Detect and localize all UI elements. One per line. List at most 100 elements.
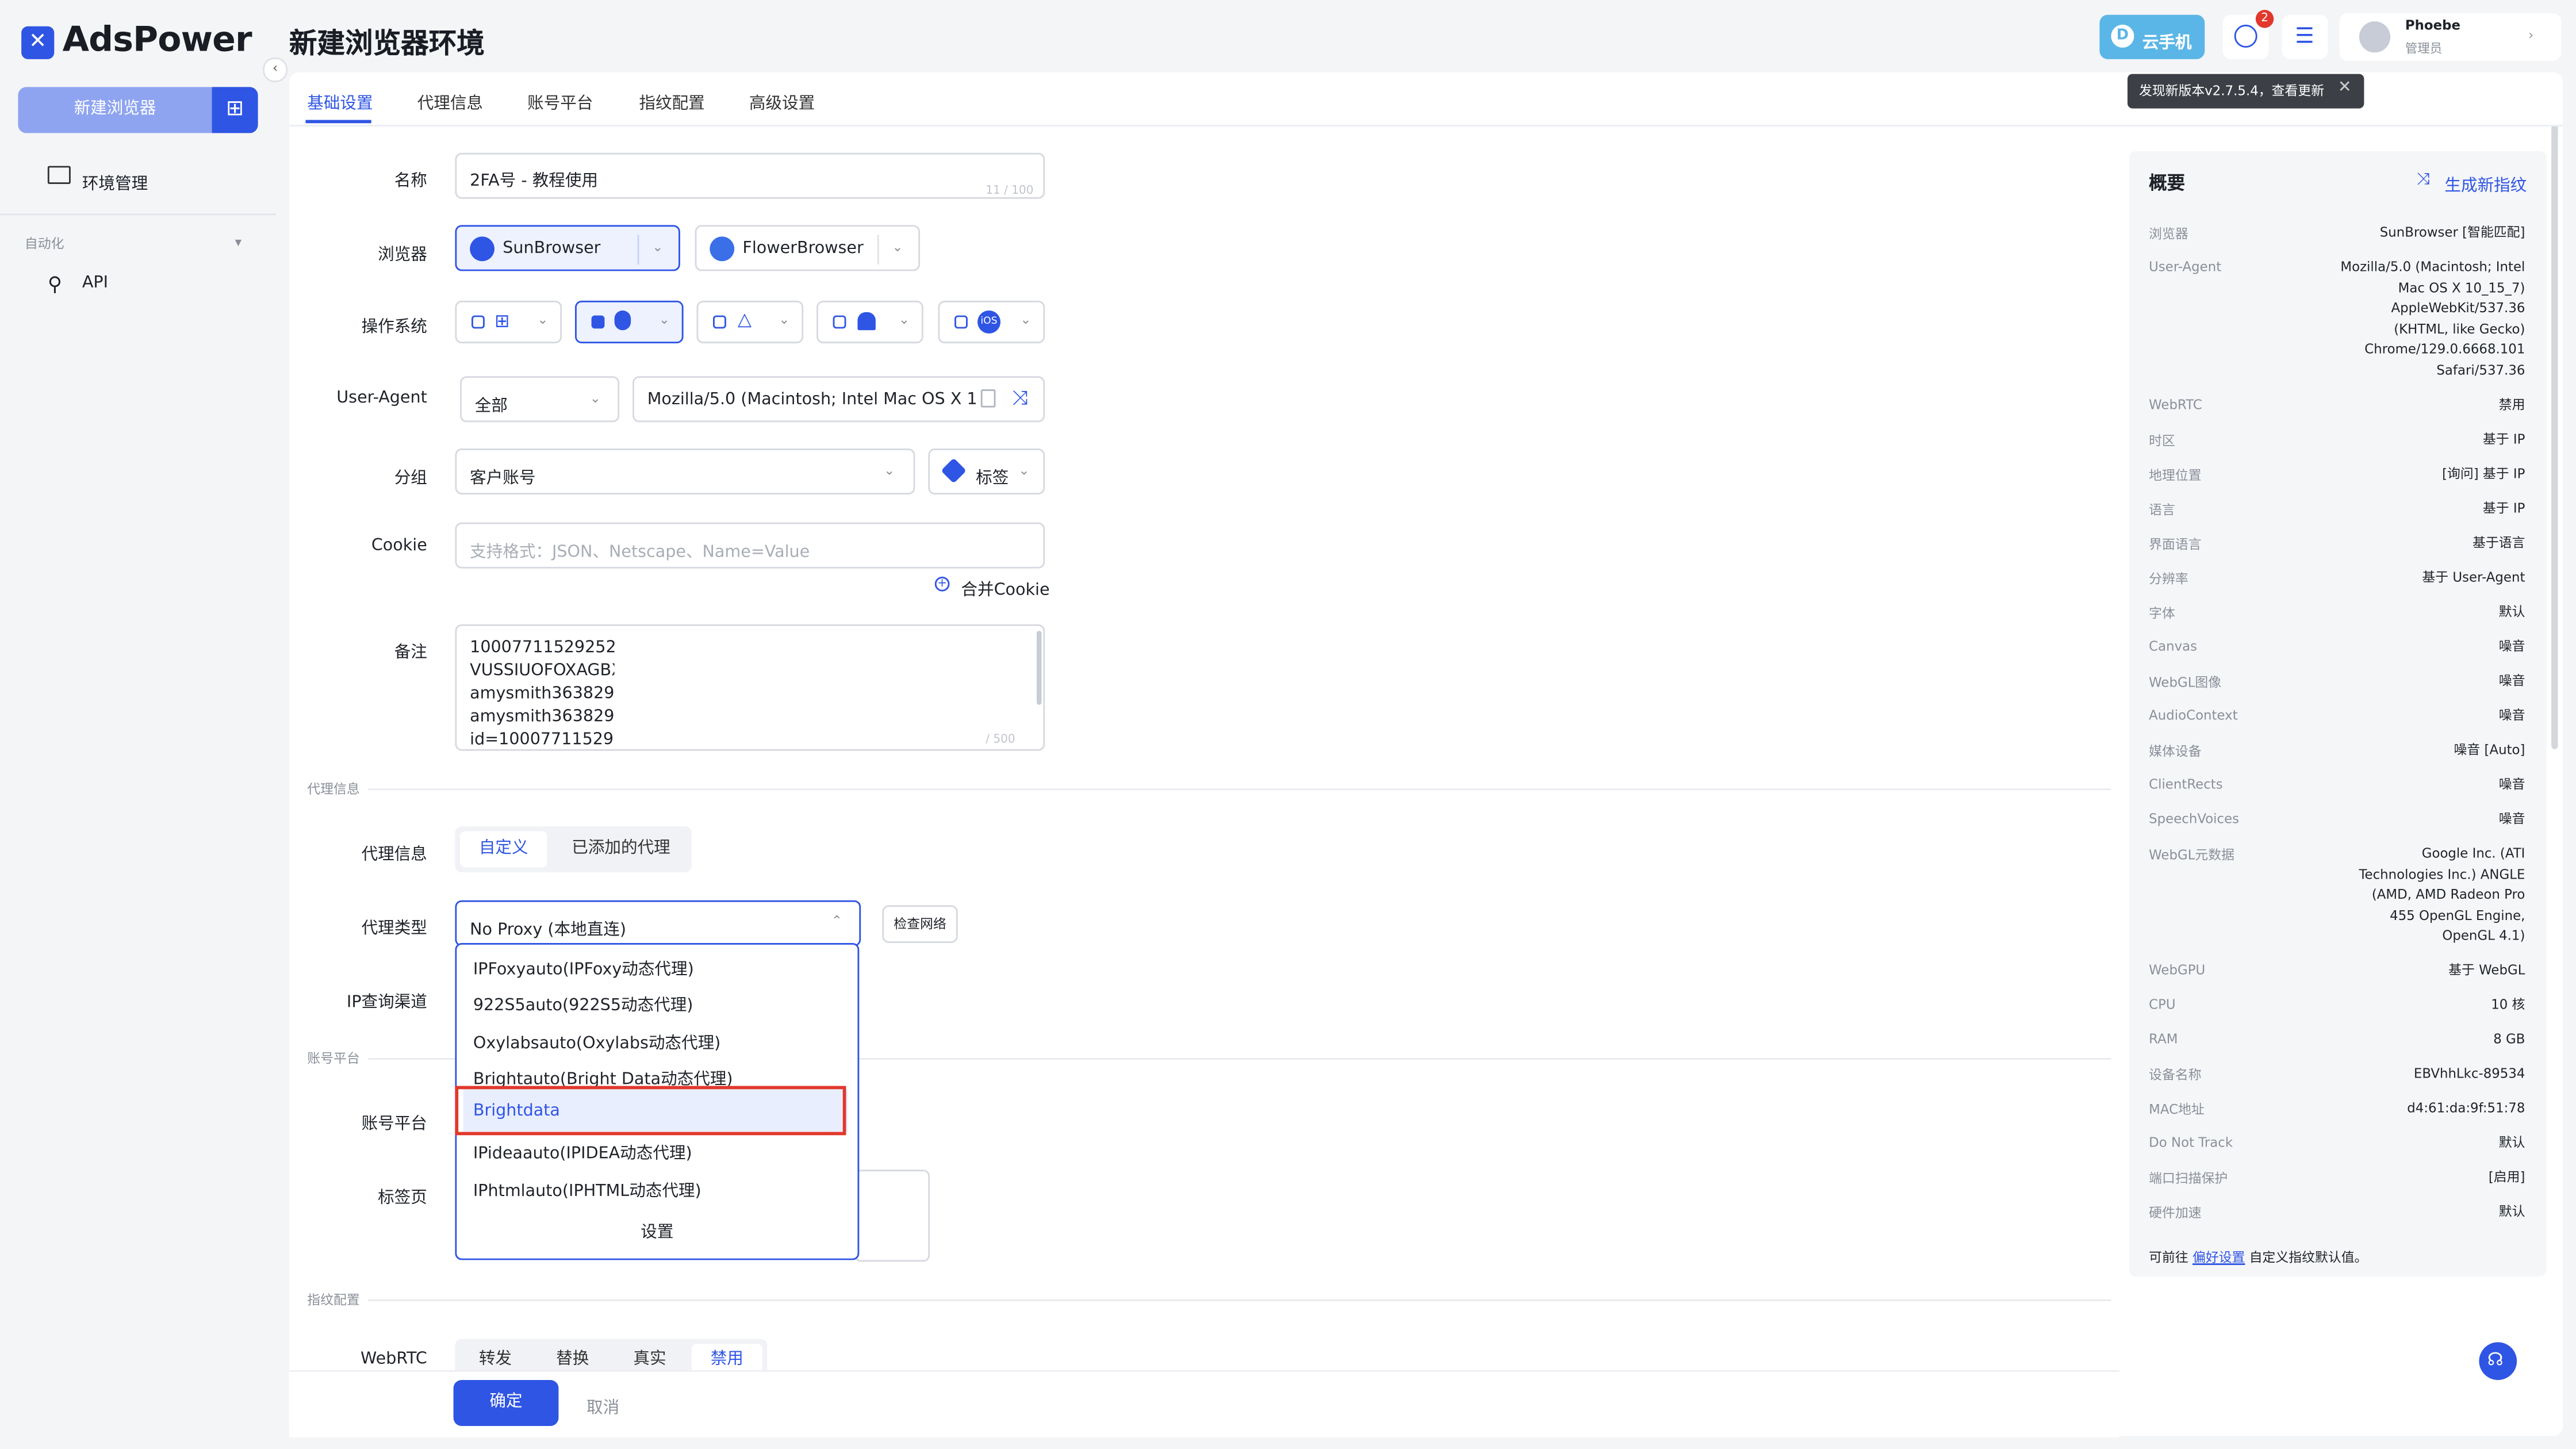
cloud-phone-button[interactable]: D 云手机 bbox=[2099, 14, 2205, 59]
summary-value: 噪音 bbox=[2499, 707, 2525, 727]
cookie-placeholder: 支持格式：JSON、Netscape、Name=Value bbox=[470, 543, 810, 562]
summary-value-line: Mozilla/5.0 (Macintosh; Intel bbox=[2340, 259, 2525, 275]
dropdown-settings-link[interactable]: 设置 bbox=[457, 1217, 857, 1242]
summary-value-line: [询问] 基于 IP bbox=[2442, 466, 2525, 482]
avatar bbox=[2359, 21, 2391, 53]
add-icon[interactable]: ⊞ bbox=[212, 87, 258, 133]
dropdown-option[interactable]: Oxylabsauto(Oxylabs动态代理) bbox=[473, 1029, 720, 1053]
os-linux-option[interactable]: △ ⌄ bbox=[696, 300, 804, 344]
summary-key: ClientRects bbox=[2149, 777, 2223, 792]
summary-key: WebGL元数据 bbox=[2149, 848, 2235, 862]
summary-value: 噪音 bbox=[2499, 638, 2525, 658]
page-scrollbar[interactable] bbox=[2551, 125, 2558, 749]
shuffle-icon[interactable]: ⤨ bbox=[1012, 386, 1028, 411]
chevron-down-icon[interactable]: ⌄ bbox=[652, 240, 663, 255]
preferences-link[interactable]: 偏好设置 bbox=[2192, 1250, 2245, 1265]
task-list-button[interactable]: ☰ bbox=[2282, 14, 2328, 59]
checkbox-checked[interactable] bbox=[591, 315, 605, 329]
os-android-option[interactable]: ⌄ bbox=[816, 300, 923, 344]
sidebar-group-automation[interactable]: 自动化 bbox=[25, 235, 64, 253]
update-tooltip[interactable]: 发现新版本v2.7.5.4，查看更新 ✕ bbox=[2128, 74, 2364, 109]
tab-advanced[interactable]: 高级设置 bbox=[749, 89, 815, 113]
proxy-type-select[interactable]: No Proxy (本地直连) ⌃ bbox=[455, 900, 861, 946]
tab-basic[interactable]: 基础设置 bbox=[307, 89, 373, 113]
sidebar-item-api[interactable]: API bbox=[82, 274, 108, 292]
cookie-input[interactable]: 支持格式：JSON、Netscape、Name=Value bbox=[455, 522, 1045, 569]
remark-textarea[interactable]: 100077115292529 VUSSIUOFOXAGBX amysmith3… bbox=[455, 624, 1045, 751]
dropdown-option[interactable]: IPideaauto(IPIDEA动态代理) bbox=[473, 1138, 692, 1163]
os-ios-option[interactable]: iOS ⌄ bbox=[938, 300, 1045, 344]
browser-1-label: SunBrowser bbox=[503, 240, 601, 258]
browser-sunbrowser-option[interactable]: SunBrowser ⌄ bbox=[455, 225, 680, 271]
chevron-down-icon[interactable]: ⌄ bbox=[659, 312, 670, 327]
confirm-button[interactable]: 确定 bbox=[453, 1380, 559, 1426]
check-network-button[interactable]: 检查网络 bbox=[882, 905, 958, 943]
remark-label: 备注 bbox=[394, 644, 427, 662]
tab-proxy[interactable]: 代理信息 bbox=[417, 89, 483, 113]
group-label: 分组 bbox=[394, 470, 427, 488]
new-browser-button[interactable]: 新建浏览器 ⊞ bbox=[18, 87, 258, 133]
customer-support-button[interactable]: ☊ bbox=[2479, 1342, 2517, 1380]
summary-value: [询问] 基于 IP bbox=[2442, 465, 2525, 486]
highlight-annotation-box bbox=[455, 1086, 846, 1136]
sidebar-item-env-mgmt[interactable]: 环境管理 bbox=[82, 169, 148, 194]
close-icon[interactable]: ✕ bbox=[2338, 79, 2352, 97]
divider bbox=[877, 235, 879, 264]
summary-value-line: 噪音 [Auto] bbox=[2454, 742, 2525, 758]
summary-key: 界面语言 bbox=[2149, 537, 2202, 552]
ua-filter-select[interactable]: 全部 ⌄ bbox=[460, 376, 620, 423]
name-input[interactable]: 2FA号 - 教程使用 11 / 100 bbox=[455, 152, 1045, 199]
summary-value: 基于 User-Agent bbox=[2422, 569, 2525, 589]
apple-icon bbox=[614, 310, 631, 331]
tag-button[interactable]: 标签 ⌄ bbox=[928, 448, 1045, 494]
summary-key: 地理位置 bbox=[2149, 468, 2202, 483]
chevron-down-icon[interactable]: ⌄ bbox=[537, 312, 548, 327]
collapse-sidebar-icon[interactable]: ‹ bbox=[263, 57, 288, 82]
checkbox[interactable] bbox=[713, 315, 726, 329]
dropdown-option[interactable]: IPhtmlauto(IPHTML动态代理) bbox=[473, 1176, 702, 1201]
footer-bar bbox=[289, 1370, 2119, 1438]
dropdown-option[interactable]: IPFoxyauto(IPFoxy动态代理) bbox=[473, 954, 694, 979]
generate-fingerprint-link[interactable]: 生成新指纹 bbox=[2444, 171, 2527, 195]
tab-account[interactable]: 账号平台 bbox=[527, 89, 593, 113]
group-select[interactable]: 客户账号 ⌄ bbox=[455, 448, 915, 494]
section-account: 账号平台 bbox=[307, 1051, 360, 1067]
checkbox[interactable] bbox=[833, 315, 846, 329]
chevron-down-icon[interactable]: ⌄ bbox=[1020, 312, 1031, 327]
os-windows-option[interactable]: ⊞ ⌄ bbox=[455, 300, 562, 344]
folder-icon bbox=[47, 166, 71, 184]
chevron-up-icon: ⌃ bbox=[831, 913, 842, 929]
checkbox[interactable] bbox=[954, 315, 968, 329]
chevron-down-icon[interactable]: ⌄ bbox=[779, 312, 789, 327]
brand-name: AdsPower bbox=[62, 20, 252, 59]
proxy-custom-option[interactable]: 自定义 bbox=[460, 831, 547, 868]
ua-label: User-Agent bbox=[336, 389, 427, 408]
chevron-down-icon[interactable]: ▾ bbox=[235, 235, 241, 250]
summary-value: 8 GB bbox=[2493, 1030, 2525, 1051]
tab-page-textarea[interactable] bbox=[854, 1170, 930, 1262]
copy-icon[interactable] bbox=[980, 389, 996, 408]
chevron-down-icon[interactable]: ⌄ bbox=[899, 312, 910, 327]
proxy-added-option[interactable]: 已添加的代理 bbox=[557, 831, 685, 868]
os-macos-option[interactable]: ⌄ bbox=[575, 300, 684, 344]
ua-input[interactable]: Mozilla/5.0 (Macintosh; Intel Mac OS X 1… bbox=[632, 376, 1045, 423]
proxy-type-label: 代理类型 bbox=[361, 920, 427, 938]
user-menu[interactable]: Phoebe 管理员 › bbox=[2339, 13, 2562, 61]
cancel-button[interactable]: 取消 bbox=[586, 1393, 619, 1417]
add-circle-icon[interactable]: + bbox=[934, 576, 950, 592]
summary-value-line: 噪音 bbox=[2498, 811, 2525, 827]
tab-fingerprint[interactable]: 指纹配置 bbox=[639, 89, 704, 113]
account-platform-label: 账号平台 bbox=[361, 1116, 427, 1134]
textarea-scrollbar[interactable] bbox=[1036, 631, 1042, 705]
summary-value-line: d4:61:da:9f:51:78 bbox=[2407, 1101, 2525, 1116]
dropdown-option[interactable]: 922S5auto(922S5动态代理) bbox=[473, 991, 693, 1015]
browser-flowerbrowser-option[interactable]: FlowerBrowser ⌄ bbox=[695, 225, 920, 271]
sidebar-divider bbox=[0, 213, 276, 216]
checkbox[interactable] bbox=[471, 315, 485, 329]
shuffle-icon[interactable]: ⤨ bbox=[2417, 171, 2430, 189]
summary-value: Mozilla/5.0 (Macintosh; Intel Mac OS X 10… bbox=[2340, 258, 2525, 381]
chevron-down-icon[interactable]: ⌄ bbox=[892, 240, 903, 255]
merge-cookie-link[interactable]: 合并Cookie bbox=[961, 575, 1049, 599]
webrtc-label: WebRTC bbox=[361, 1350, 427, 1368]
summary-value: 基于语言 bbox=[2472, 534, 2525, 555]
